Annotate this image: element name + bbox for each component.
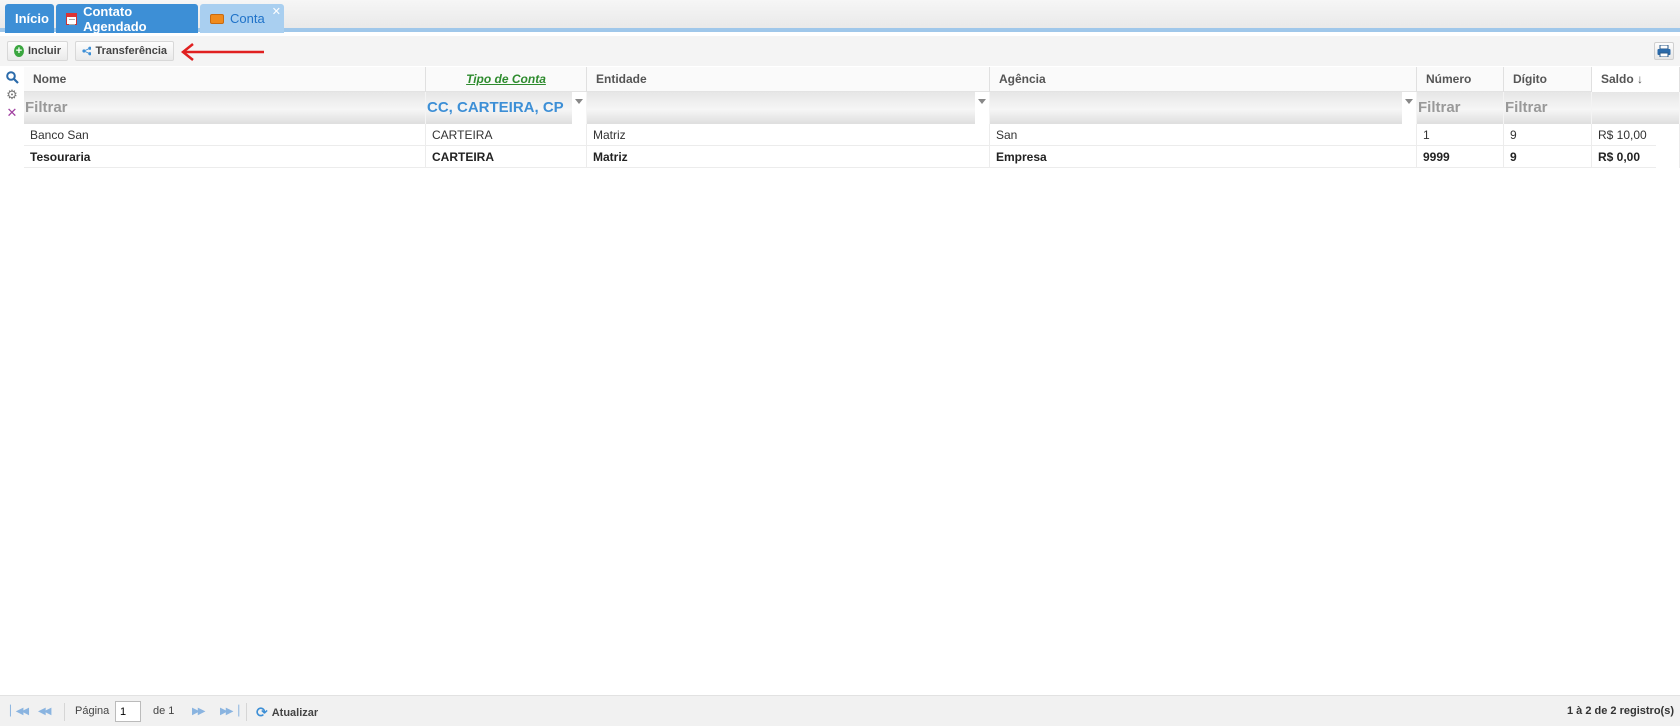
cell-numero: 1 [1417, 124, 1504, 146]
wallet-icon [210, 13, 224, 24]
tab-bar: Início Contato Agendado Conta ✕ [0, 0, 1680, 34]
annotation-arrow [180, 43, 264, 61]
page-number-input[interactable] [115, 701, 141, 722]
cell-saldo-value: R$ 0,00 [1598, 150, 1641, 164]
tab-inicio[interactable]: Início [5, 4, 54, 33]
transferencia-button[interactable]: Transferência [75, 41, 174, 61]
cell-digito: 9 [1504, 124, 1592, 146]
incluir-label: Incluir [27, 45, 61, 57]
page-label: Página [75, 705, 110, 717]
printer-icon [1657, 45, 1671, 57]
next-page-icon[interactable]: ▶▶ [192, 706, 205, 717]
column-header-nome[interactable]: Nome [24, 67, 426, 92]
column-header-saldo[interactable]: Saldo ↓ [1592, 67, 1680, 92]
search-icon[interactable] [5, 70, 19, 84]
last-page-icon[interactable]: ▶▶▕ [220, 706, 239, 717]
cell-entidade: Matriz [587, 124, 990, 146]
share-icon [82, 46, 92, 56]
chevron-down-icon[interactable] [572, 92, 586, 124]
clear-filter-icon[interactable]: ✕ [5, 105, 19, 120]
cell-agencia: Empresa [990, 146, 1417, 168]
incluir-button[interactable]: + Incluir [7, 41, 68, 61]
cell-agencia: San [990, 124, 1417, 146]
refresh-button[interactable]: ⟳ Atualizar [256, 704, 318, 721]
tab-conta-label: Conta [230, 11, 265, 26]
filter-digito[interactable]: Filtrar [1504, 92, 1592, 124]
chevron-down-icon[interactable] [975, 92, 989, 124]
column-header-digito[interactable]: Dígito [1504, 67, 1592, 92]
first-page-icon[interactable]: ▏◀◀ [10, 706, 29, 717]
filter-nome[interactable]: Filtrar [24, 92, 426, 124]
grid-header: Nome Tipo de Conta Entidade Agência Núme… [24, 67, 1680, 92]
cell-numero: 9999 [1417, 146, 1504, 168]
previous-page-icon[interactable]: ◀◀ [38, 706, 51, 717]
separator [64, 703, 65, 721]
cell-tipo: CARTEIRA [426, 146, 587, 168]
cell-nome: Tesouraria [24, 146, 426, 168]
tab-contato-agendado[interactable]: Contato Agendado [56, 3, 198, 34]
cell-saldo-value: R$ 10,00 [1598, 128, 1647, 142]
cell-entidade: Matriz [587, 146, 990, 168]
filter-entidade[interactable] [587, 92, 990, 124]
cell-digito: 9 [1504, 146, 1592, 168]
close-tab-icon[interactable]: ✕ [272, 5, 281, 18]
column-header-entidade[interactable]: Entidade [587, 67, 990, 92]
column-header-tipo-conta[interactable]: Tipo de Conta [426, 67, 587, 92]
refresh-label: Atualizar [271, 706, 319, 719]
tab-contato-agendado-label: Contato Agendado [83, 3, 147, 34]
refresh-icon: ⟳ [256, 704, 268, 720]
table-row[interactable]: Tesouraria CARTEIRA Matriz Empresa 9999 … [24, 146, 1680, 168]
pagination-bar: ▏◀◀ ◀◀ Página de 1 ▶▶ ▶▶▕ ⟳ Atualizar 1 … [0, 695, 1680, 726]
add-icon: + [14, 45, 24, 57]
calendar-icon [66, 12, 78, 25]
filter-tipo-conta-value: CC, CARTEIRA, CP [427, 99, 564, 116]
separator [246, 703, 247, 721]
filter-saldo[interactable] [1592, 92, 1680, 124]
tab-conta[interactable]: Conta ✕ [200, 4, 284, 33]
print-button[interactable] [1654, 42, 1674, 60]
filter-numero[interactable]: Filtrar [1417, 92, 1504, 124]
cell-saldo: R$ 10,00 ✕ [1592, 124, 1680, 146]
transferencia-label: Transferência [95, 45, 167, 57]
tab-inicio-label: Início [15, 11, 49, 26]
cell-tipo: CARTEIRA [426, 124, 587, 146]
filter-row: Filtrar CC, CARTEIRA, CP Filtrar Filtrar [24, 92, 1680, 124]
column-header-agencia[interactable]: Agência [990, 67, 1417, 92]
cell-saldo: R$ 0,00 ✕ [1592, 146, 1680, 168]
filter-tipo-conta[interactable]: CC, CARTEIRA, CP [426, 92, 587, 124]
gear-icon[interactable]: ⚙ [5, 87, 19, 102]
cell-nome: Banco San [24, 124, 426, 146]
column-header-numero[interactable]: Número [1417, 67, 1504, 92]
table-row[interactable]: Banco San CARTEIRA Matriz San 1 9 R$ 10,… [24, 124, 1680, 146]
filter-agencia[interactable] [990, 92, 1417, 124]
records-count: 1 à 2 de 2 registro(s) [1567, 705, 1674, 717]
page-count: de 1 [153, 705, 175, 717]
chevron-down-icon[interactable] [1402, 92, 1416, 124]
